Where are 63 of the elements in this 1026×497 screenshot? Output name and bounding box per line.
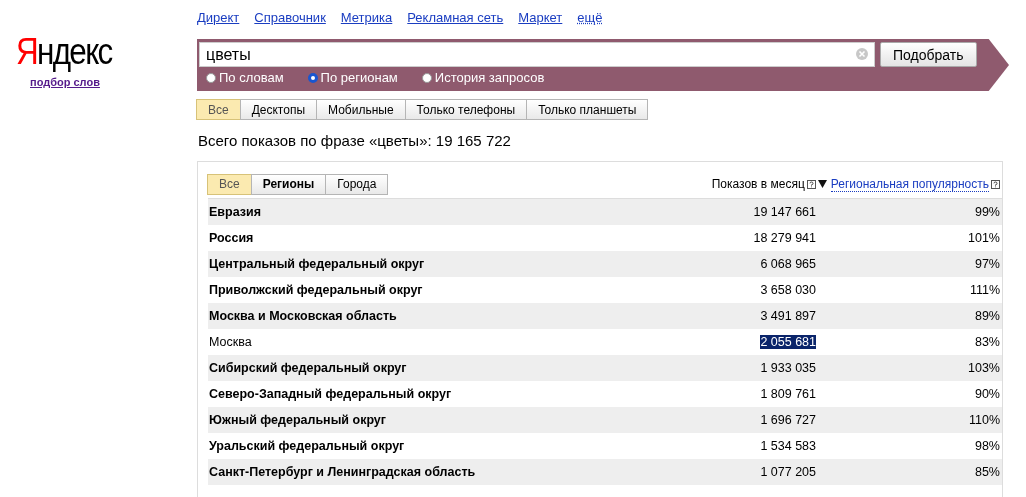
impressions-count: 6 068 965 — [760, 257, 816, 271]
nav-link[interactable]: Метрика — [340, 10, 393, 31]
region-name: Уральский федеральный округ — [208, 439, 406, 453]
region-name: Россия — [208, 231, 255, 245]
impressions-count: 3 491 897 — [760, 309, 816, 323]
popularity-value: 85% — [973, 465, 1001, 479]
device-tab[interactable]: Мобильные — [316, 99, 406, 120]
region-name: Евразия — [208, 205, 262, 219]
impressions-count: 1 534 583 — [760, 439, 816, 453]
impressions-count: 1 809 761 — [760, 387, 816, 401]
impressions-count: 18 279 941 — [753, 231, 816, 245]
nav-link[interactable]: Директ — [197, 10, 240, 31]
device-tab[interactable]: Только телефоны — [404, 99, 528, 120]
region-name: Южный федеральный округ — [208, 413, 387, 427]
search-field[interactable]: цветы — [199, 42, 875, 67]
help-icon[interactable] — [806, 179, 816, 189]
nav-link[interactable]: Маркет — [518, 10, 563, 31]
device-tab[interactable]: Только планшеты — [526, 99, 649, 120]
popularity-value: 90% — [973, 387, 1001, 401]
sort-descending-icon[interactable] — [817, 180, 827, 188]
total-impressions: Всего показов по фразе «цветы»: 19 165 722 — [198, 132, 512, 151]
popularity-value: 83% — [973, 335, 1001, 349]
logo: Яндекс — [16, 32, 112, 72]
region-name: Москва — [208, 335, 253, 349]
region-name: Северо-Западный федеральный округ — [208, 387, 453, 401]
impressions-count: 1 696 727 — [760, 413, 816, 427]
nav-link[interactable]: Рекламная сеть — [407, 10, 504, 31]
impressions-count: 19 147 661 — [753, 205, 816, 219]
region-name: Сибирский федеральный округ — [208, 361, 408, 375]
device-tab[interactable]: Десктопы — [239, 99, 318, 120]
column-header: Показов в месяц — [711, 177, 805, 191]
region-name: Санкт-Петербург и Ленинградская область — [208, 465, 477, 479]
radio-label: По словам — [219, 70, 284, 85]
popularity-value: 111% — [968, 283, 1001, 297]
popularity-value: 89% — [973, 309, 1001, 323]
search-button[interactable]: Подобрать — [880, 42, 977, 67]
impressions-count: 1 077 205 — [760, 465, 816, 479]
nav-link[interactable]: Справочник — [254, 10, 326, 31]
device-tab[interactable]: Все — [196, 99, 241, 120]
nav-link[interactable]: ещё — [577, 10, 603, 31]
region-name: Центральный федеральный округ — [208, 257, 426, 271]
help-icon[interactable] — [991, 179, 1000, 189]
impressions-count: 1 933 035 — [760, 361, 816, 375]
popularity-value: 103% — [967, 361, 1001, 375]
region-name: Москва и Московская область — [208, 309, 398, 323]
impressions-count: 2 055 681 — [760, 335, 816, 349]
region-tab[interactable]: Регионы — [250, 173, 327, 195]
radio-label: По регионам — [320, 70, 398, 85]
column-header[interactable]: Региональная популярность — [830, 176, 989, 192]
popularity-value: 99% — [973, 205, 1001, 219]
radio-button[interactable] — [206, 72, 216, 83]
radio-button[interactable] — [307, 72, 318, 83]
impressions-count: 3 658 030 — [760, 283, 816, 297]
region-tab[interactable]: Все — [207, 173, 252, 195]
popularity-value: 110% — [967, 413, 1001, 427]
popularity-value: 97% — [973, 257, 1001, 271]
radio-button[interactable] — [421, 72, 432, 83]
wordstat-link[interactable]: подбор слов — [30, 76, 100, 88]
region-name: Приволжский федеральный округ — [208, 283, 424, 297]
popularity-value: 101% — [967, 231, 1001, 245]
region-tab[interactable]: Города — [325, 173, 389, 195]
radio-label: История запросов — [434, 70, 545, 85]
popularity-value: 98% — [973, 439, 1001, 453]
